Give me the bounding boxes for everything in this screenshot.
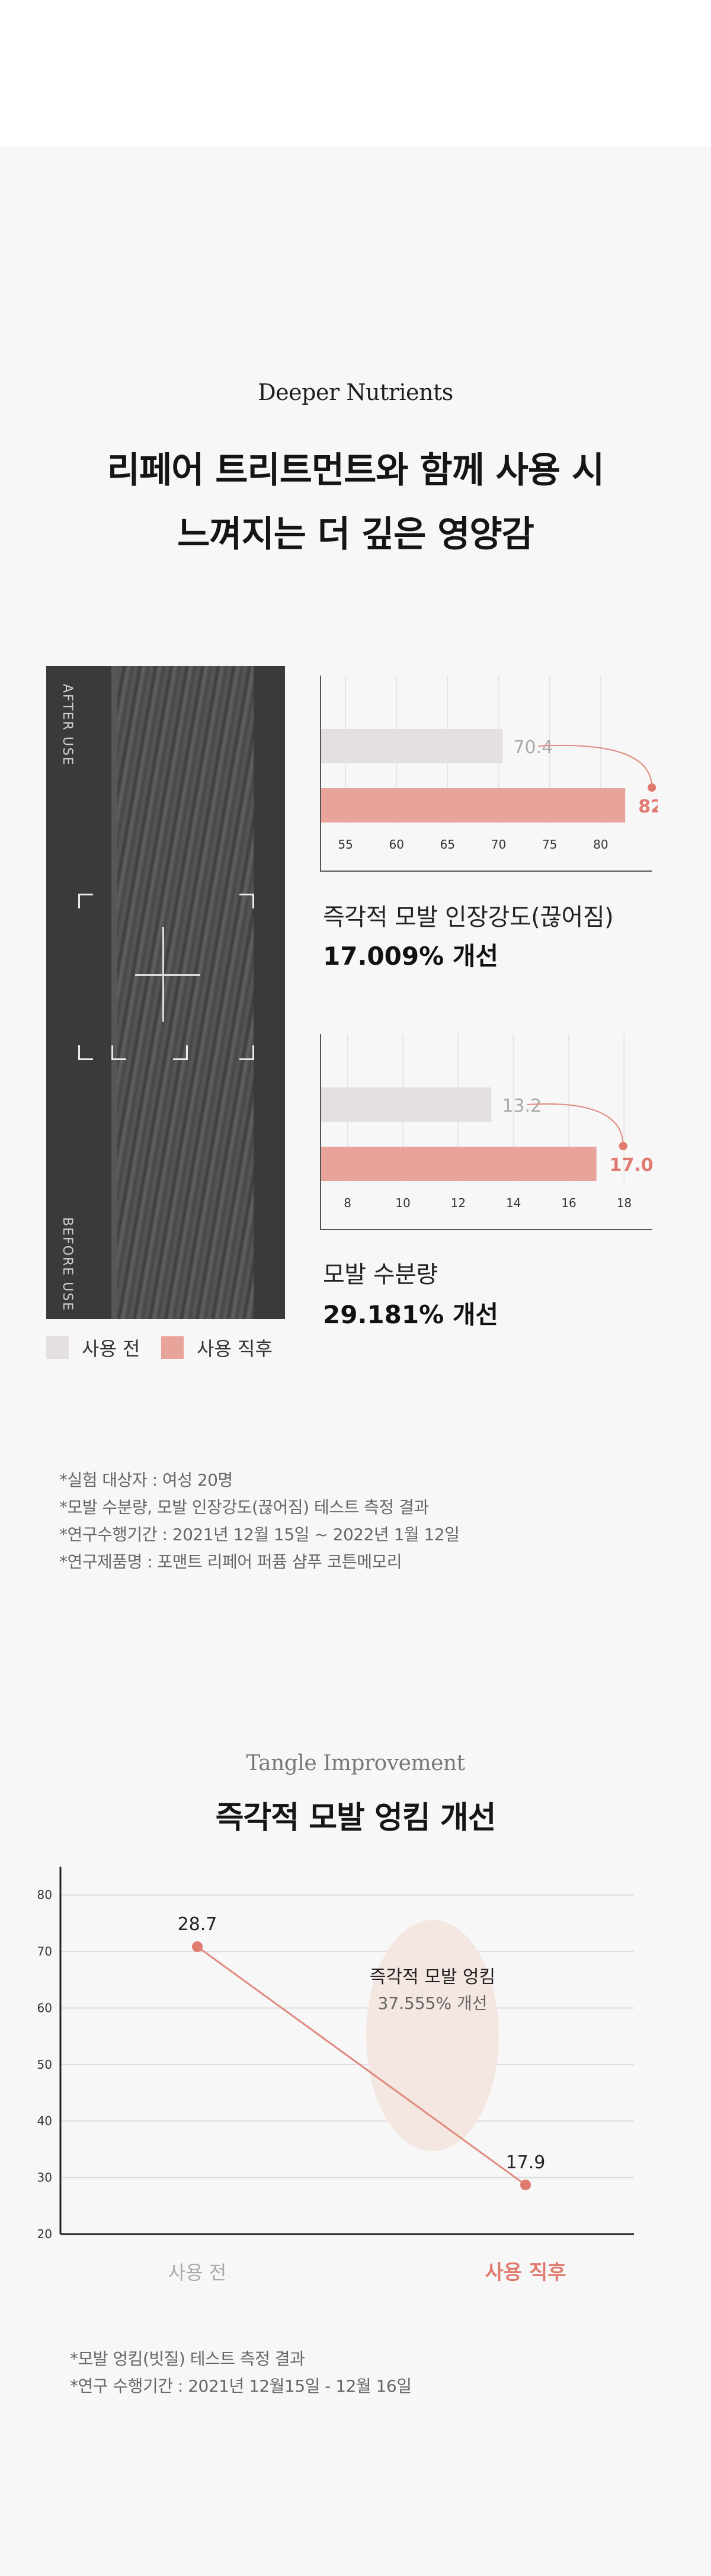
x-tick-label: 70 — [491, 837, 506, 852]
note-line: *연구 수행기간 : 2021년 12월15일 - 12월 16일 — [70, 2376, 412, 2396]
tangle-line-chart: 20 30 40 50 60 70 80 즉각적 모발 엉킴 37.555% 개선 28.7 17.… — [37, 1867, 634, 2284]
moisture-caption: 모발 수분량 — [323, 1261, 438, 1288]
y-tick-label: 70 — [37, 1944, 52, 1959]
tangle-notes: *모발 엉킴(빗질) 테스트 측정 결과 *연구 수행기간 : 2021년 12… — [70, 2345, 412, 2400]
bar-before — [321, 729, 503, 763]
y-tick-label: 80 — [37, 1888, 52, 1902]
study-notes: *실험 대상자 : 여성 20명 *모발 수분량, 모발 인장강도(끊어짐) 테… — [59, 1467, 460, 1576]
tensile-strength-chart: 55 60 65 70 75 80 70.4 82.4 — [320, 676, 658, 872]
tensile-strength-result: 17.009% 개선 — [323, 942, 499, 971]
bar-after — [321, 1147, 597, 1181]
section-title-line1: 리페어 트리트먼트와 함께 사용 시 — [107, 450, 604, 491]
x-category-label: 사용 전 — [168, 2261, 227, 2284]
after-use-label: AFTER USE — [60, 684, 75, 766]
value-label-before: 70.4 — [513, 737, 553, 758]
note-line: *연구수행기간 : 2021년 12월 15일 ~ 2022년 1월 12일 — [59, 1525, 460, 1544]
moisture-chart: 8 10 12 14 16 18 13.2 17.0 — [320, 1034, 654, 1230]
connector-curve — [538, 744, 653, 788]
note-line: *연구제품명 : 포맨트 리페어 퍼퓸 샴푸 코튼메모리 — [59, 1552, 402, 1572]
legend-label-after: 사용 직후 — [197, 1337, 273, 1360]
callout-title: 즉각적 모발 엉킴 — [370, 1967, 495, 1988]
x-tick-label: 16 — [561, 1196, 576, 1210]
x-tick-label: 80 — [593, 837, 608, 852]
y-tick-label: 30 — [37, 2171, 52, 2185]
x-tick-label: 10 — [395, 1196, 410, 1210]
y-tick-label: 50 — [37, 2057, 52, 2072]
crosshair-line — [135, 974, 200, 976]
viewfinder-corner — [173, 1045, 188, 1060]
top-white-band — [0, 0, 711, 147]
data-point — [192, 1941, 203, 1952]
x-tick-label: 8 — [344, 1196, 351, 1210]
viewfinder-corner — [111, 1045, 126, 1060]
section-title-line2: 느껴지는 더 깊은 영양감 — [177, 514, 534, 555]
x-tick-label: 12 — [451, 1196, 466, 1210]
y-tick-label: 60 — [37, 2001, 52, 2015]
tensile-strength-caption: 즉각적 모발 인장강도(끊어짐) — [323, 904, 614, 931]
moisture-result: 29.181% 개선 — [323, 1300, 499, 1329]
bar-before — [321, 1087, 492, 1122]
x-tick-label: 60 — [389, 837, 404, 852]
data-label: 28.7 — [178, 1914, 217, 1935]
x-category-label: 사용 직후 — [485, 2261, 566, 2284]
note-line: *모발 엉킴(빗질) 테스트 측정 결과 — [70, 2349, 305, 2369]
connector-dot — [619, 1142, 627, 1150]
legend-swatch-before — [46, 1336, 69, 1359]
note-line: *모발 수분량, 모발 인장강도(끊어짐) 테스트 측정 결과 — [59, 1497, 429, 1517]
section-eyebrow: Deeper Nutrients — [258, 379, 453, 405]
x-tick-label: 65 — [440, 837, 455, 852]
value-label-after: 17.0 — [610, 1155, 654, 1176]
x-tick-label: 55 — [338, 837, 353, 852]
value-label-before: 13.2 — [502, 1096, 542, 1116]
hair-microscope-image: AFTER USE BEFORE USE — [46, 666, 285, 1319]
section2-eyebrow: Tangle Improvement — [246, 1751, 465, 1775]
bar-after — [321, 788, 626, 823]
callout-value: 37.555% 개선 — [378, 1993, 488, 2013]
value-label-after: 82.4 — [638, 796, 658, 817]
x-tick-label: 18 — [617, 1196, 632, 1210]
data-point — [520, 2180, 531, 2190]
connector-dot — [648, 783, 656, 792]
note-line: *실험 대상자 : 여성 20명 — [59, 1470, 233, 1490]
section2-title: 즉각적 모발 엉킴 개선 — [215, 1800, 497, 1836]
y-tick-label: 20 — [37, 2227, 52, 2241]
x-tick-label: 75 — [542, 837, 557, 852]
y-tick-label: 40 — [37, 2114, 52, 2128]
viewfinder-corner — [239, 1045, 254, 1060]
viewfinder-corner — [78, 894, 93, 908]
legend-swatch-after — [161, 1336, 184, 1359]
viewfinder-corner — [239, 894, 254, 908]
data-label: 17.9 — [506, 2152, 546, 2173]
before-use-label: BEFORE USE — [60, 1217, 75, 1312]
legend-label-before: 사용 전 — [82, 1337, 140, 1360]
viewfinder-corner — [78, 1045, 93, 1060]
x-tick-label: 14 — [506, 1196, 521, 1210]
